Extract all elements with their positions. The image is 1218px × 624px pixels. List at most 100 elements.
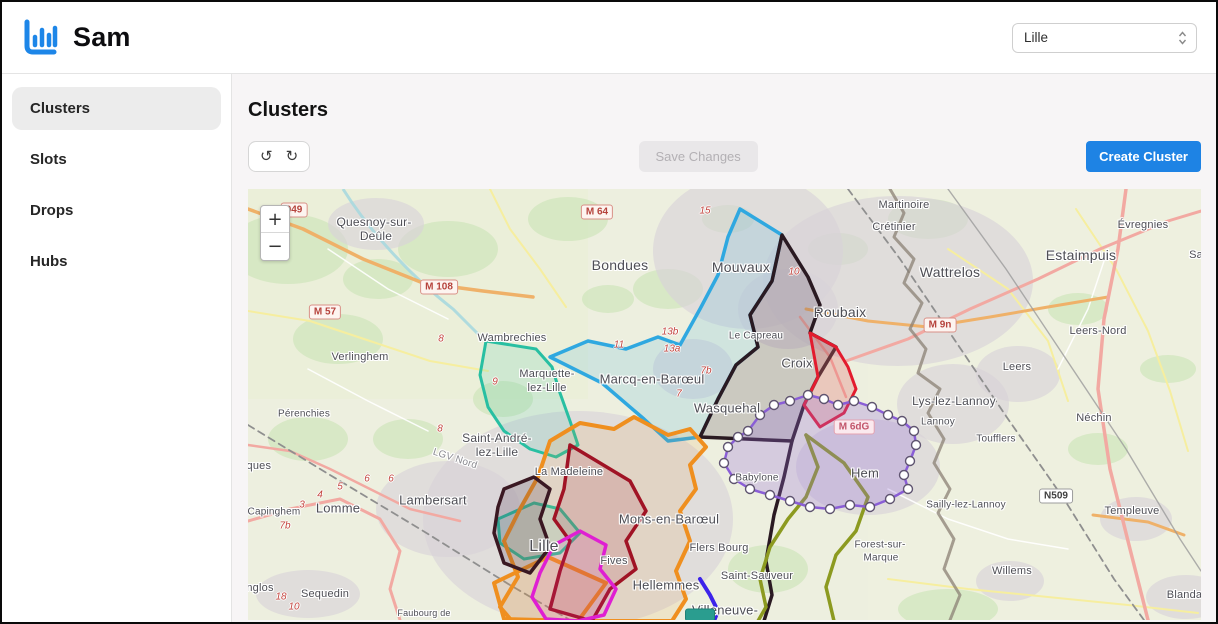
- road-shield-n509: N509: [1039, 489, 1073, 504]
- vertex-handle[interactable]: [786, 397, 795, 406]
- vertex-handle[interactable]: [898, 417, 907, 426]
- toolbar-center: Save Changes: [310, 141, 1086, 172]
- sidebar-item-clusters[interactable]: Clusters: [12, 87, 221, 130]
- vertex-handle[interactable]: [806, 503, 815, 512]
- map-label-bondues: Bondues: [592, 257, 649, 273]
- vertex-handle[interactable]: [724, 443, 733, 452]
- map-label-faubourg-de: Faubourg de: [397, 608, 450, 618]
- vertex-handle[interactable]: [912, 441, 921, 450]
- chevron-updown-icon: [1178, 30, 1187, 46]
- save-changes-button[interactable]: Save Changes: [639, 141, 758, 172]
- road-number-6: 6: [364, 474, 370, 485]
- sidebar-item-drops[interactable]: Drops: [12, 189, 221, 232]
- map-label-lomme: Lomme: [316, 501, 360, 516]
- map-green-area: [268, 417, 348, 461]
- vertex-handle[interactable]: [804, 391, 813, 400]
- vertex-handle[interactable]: [820, 395, 829, 404]
- undo-redo-group: ↺ ↻: [248, 141, 310, 172]
- map-label-lys-lez-lannoy: Lys-lez-Lannoy: [912, 394, 996, 408]
- map-label-martinoire: Martinoire: [879, 199, 930, 211]
- app-logo-chart-icon: [20, 18, 60, 58]
- map-label-sailly-lez-lannoy: Sailly-lez-Lannoy: [926, 500, 1006, 511]
- map-label-willems: Willems: [992, 565, 1032, 577]
- map-label-sa: Sa: [1189, 249, 1201, 261]
- vertex-handle[interactable]: [846, 501, 855, 510]
- map-label-lez-lille: lez-Lille: [527, 382, 566, 394]
- road-number-3: 3: [299, 500, 305, 511]
- map-label-la-madeleine: La Madeleine: [535, 466, 603, 478]
- vertex-handle[interactable]: [850, 397, 859, 406]
- map-label-nglos: nglos: [248, 582, 274, 594]
- map-label-estaimpuis: Estaimpuis: [1046, 247, 1116, 263]
- road-number-18: 18: [275, 592, 286, 603]
- map-label-blandain: Blandain: [1167, 589, 1201, 601]
- vertex-handle[interactable]: [746, 485, 755, 494]
- zoom-in-button[interactable]: +: [261, 206, 289, 233]
- map-label-flers-bourg: Flers Bourg: [689, 542, 748, 554]
- map-canvas[interactable]: Quesnoy-sur-Deûle Bondues Mouvaux Martinoir…: [248, 189, 1201, 620]
- cluster-dark-west-lille[interactable]: [494, 477, 550, 573]
- map-label-lambersart: Lambersart: [399, 493, 467, 508]
- map-label-quesnoy-sur: Quesnoy-sur-: [336, 215, 411, 229]
- map-label-toufflers: Toufflers: [976, 434, 1015, 445]
- vertex-handle[interactable]: [904, 485, 913, 494]
- map-label-vregnies: Évregnies: [1118, 219, 1169, 231]
- app-title: Sam: [73, 22, 131, 53]
- vertex-handle[interactable]: [744, 427, 753, 436]
- vertex-handle[interactable]: [826, 505, 835, 514]
- map-label-babylone: Babylone: [735, 473, 778, 484]
- map-label-de-le: Deûle: [360, 229, 392, 243]
- map-label-fives: Fives: [600, 555, 627, 567]
- redo-icon[interactable]: ↻: [286, 146, 299, 167]
- map-label-mouvaux: Mouvaux: [712, 259, 770, 275]
- vertex-handle[interactable]: [906, 457, 915, 466]
- map-label-lez-lille: lez-Lille: [476, 445, 518, 459]
- vertex-handle[interactable]: [786, 497, 795, 506]
- map-label-cr-tinier: Crétinier: [872, 221, 915, 233]
- vertex-handle[interactable]: [720, 459, 729, 468]
- road-number-13b: 13b: [662, 327, 679, 338]
- vertex-handle[interactable]: [868, 403, 877, 412]
- road-number-6: 6: [388, 474, 394, 485]
- create-cluster-button[interactable]: Create Cluster: [1086, 141, 1201, 172]
- vertex-handle[interactable]: [734, 433, 743, 442]
- region-select-value: Lille: [1024, 30, 1178, 45]
- road-number-8: 8: [438, 334, 444, 345]
- vertex-handle[interactable]: [866, 503, 875, 512]
- region-select[interactable]: Lille: [1012, 23, 1197, 53]
- map-label-p-renchies: Pérenchies: [278, 409, 330, 420]
- map-label-wattrelos: Wattrelos: [920, 264, 980, 280]
- map-label-n-chin: Néchin: [1076, 412, 1111, 424]
- road-number-7b: 7b: [700, 366, 711, 377]
- map-label-hem: Hem: [851, 466, 879, 481]
- vertex-handle[interactable]: [766, 491, 775, 500]
- vertex-handle[interactable]: [770, 401, 779, 410]
- map-label-sequedin: Sequedin: [301, 588, 349, 600]
- map-label-saint-sauveur: Saint-Sauveur: [721, 570, 793, 582]
- vertex-handle[interactable]: [884, 411, 893, 420]
- map-label-sques: sques: [248, 460, 271, 472]
- vertex-handle[interactable]: [910, 427, 919, 436]
- map-label-marque: Marque: [863, 553, 898, 564]
- map-label-lannoy: Lannoy: [921, 417, 955, 428]
- map-label-wambrechies: Wambrechies: [477, 332, 546, 344]
- zoom-out-button[interactable]: −: [261, 233, 289, 260]
- vertex-handle[interactable]: [886, 495, 895, 504]
- road-number-7b: 7b: [279, 521, 290, 532]
- vertex-handle[interactable]: [900, 471, 909, 480]
- app-window: Sam Lille Clusters Slots Drops Hubs Cluster…: [0, 0, 1218, 624]
- road-number-15: 15: [699, 206, 710, 217]
- sidebar-item-slots[interactable]: Slots: [12, 138, 221, 181]
- page-title: Clusters: [248, 96, 1201, 124]
- road-shield-m-57: M 57: [309, 305, 341, 320]
- sidebar-item-hubs[interactable]: Hubs: [12, 240, 221, 283]
- main-content: Clusters ↺ ↻ Save Changes Create Cluster…: [232, 74, 1216, 622]
- road-number-4: 4: [317, 490, 323, 501]
- body-row: Clusters Slots Drops Hubs Clusters ↺ ↻ Save…: [2, 74, 1216, 622]
- road-number-11: 11: [614, 340, 624, 351]
- toolbar: ↺ ↻ Save Changes Create Cluster: [248, 141, 1201, 172]
- vertex-handle[interactable]: [834, 401, 843, 410]
- map-label-lille: Lille: [529, 538, 558, 556]
- undo-icon[interactable]: ↺: [260, 146, 273, 167]
- map-label-saint-andr: Saint-André-: [462, 431, 532, 445]
